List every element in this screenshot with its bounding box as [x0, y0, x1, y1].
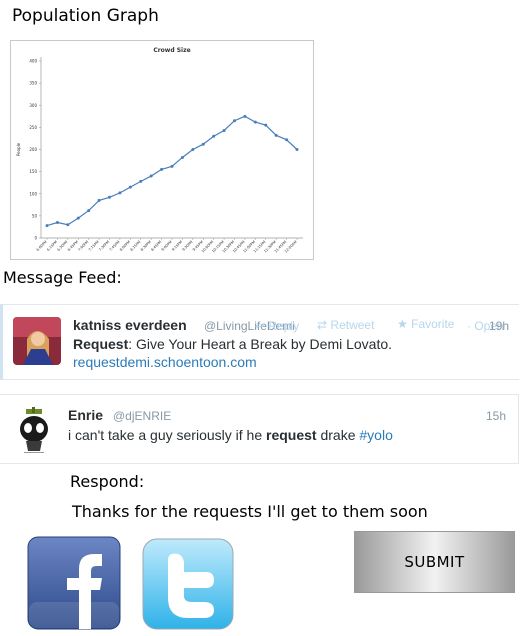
avatar[interactable]	[13, 317, 61, 365]
data-point	[149, 174, 153, 178]
submit-button[interactable]: SUBMIT	[354, 531, 515, 593]
tweet-text-after: drake	[316, 427, 360, 443]
tweet-item[interactable]: katniss everdeen @LivingLifeDemi ↩ Reply…	[0, 304, 519, 380]
chart-title: Crowd Size	[153, 47, 190, 54]
tweet-bold-word: request	[266, 427, 317, 443]
twitter-icon[interactable]	[142, 538, 234, 630]
crowd-size-line	[46, 115, 298, 227]
y-axis-label: People	[16, 142, 21, 156]
data-point	[253, 120, 257, 124]
data-point	[139, 179, 143, 183]
retweet-button[interactable]: ⇄ Retweet	[317, 318, 374, 332]
population-chart: Crowd Size People 0 50 100 150 200 250 300 350 400…	[10, 40, 314, 260]
data-point	[97, 198, 101, 202]
data-point	[191, 148, 195, 151]
tweet-timestamp[interactable]: 19h	[489, 319, 509, 333]
data-point	[170, 164, 174, 168]
data-point	[264, 123, 268, 127]
retweet-label: Retweet	[330, 318, 375, 332]
favorite-button[interactable]: ★ Favorite	[397, 317, 454, 331]
data-point	[180, 155, 184, 159]
tweet-timestamp[interactable]: 15h	[486, 409, 506, 423]
avatar[interactable]	[14, 407, 54, 455]
population-chart-svg: Crowd Size People 0 50 100 150 200 250 300 350 400…	[16, 47, 303, 254]
data-point	[45, 224, 49, 228]
data-point	[274, 133, 278, 137]
tweet-text-rest: : Give Your Heart a Break by Demi Lovato…	[128, 336, 393, 352]
reply-text[interactable]: Thanks for the requests I'll get to them…	[72, 502, 428, 521]
tweet-author-name[interactable]: katniss everdeen	[73, 317, 187, 333]
tweet-text-before: i can't take a guy seriously if he	[68, 427, 266, 443]
y-tick-label: 250	[29, 125, 37, 130]
data-point	[285, 138, 289, 142]
y-tick-label: 200	[29, 147, 37, 152]
hashtag-link[interactable]: #yolo	[359, 427, 392, 443]
y-tick-label: 150	[29, 169, 37, 174]
reply-label: Reply	[268, 319, 300, 333]
y-tick-label: 0	[34, 236, 37, 241]
data-point	[76, 216, 80, 220]
y-tick-label: 400	[29, 59, 37, 64]
tweet-author-handle[interactable]: @djENRIE	[113, 409, 171, 423]
reply-button[interactable]: ↩ Reply	[255, 319, 299, 333]
facebook-icon[interactable]	[27, 536, 121, 630]
data-point	[201, 142, 205, 146]
y-tick-label: 100	[29, 191, 37, 196]
y-tick-label: 300	[29, 103, 37, 108]
message-feed-heading: Message Feed:	[3, 268, 122, 287]
tweet-link[interactable]: requestdemi.schoentoon.com	[73, 354, 257, 370]
data-point	[118, 191, 122, 195]
tweet-item[interactable]: Enrie @djENRIE 15h i can't take a guy se…	[0, 394, 519, 464]
star-icon: ★	[397, 317, 408, 331]
data-point	[55, 221, 59, 225]
reply-icon: ↩	[255, 319, 266, 333]
population-graph-heading: Population Graph	[12, 6, 159, 26]
tweet-bold-word: Request	[73, 336, 129, 352]
data-point	[222, 128, 226, 132]
tweet-author-name[interactable]: Enrie	[68, 407, 103, 423]
data-point	[108, 195, 111, 199]
data-point	[128, 185, 132, 189]
data-point	[66, 223, 70, 227]
data-point	[212, 134, 216, 138]
data-point	[233, 119, 236, 123]
retweet-icon: ⇄	[317, 318, 328, 332]
data-point	[243, 114, 247, 118]
favorite-label: Favorite	[411, 317, 455, 331]
data-point	[87, 209, 91, 213]
respond-label: Respond:	[70, 472, 145, 491]
y-tick-label: 50	[32, 213, 38, 218]
data-point	[160, 167, 164, 171]
data-point	[295, 148, 299, 151]
tweet-text: i can't take a guy seriously if he reque…	[68, 427, 393, 443]
tweet-text: Request: Give Your Heart a Break by Demi…	[73, 336, 392, 352]
y-tick-label: 350	[29, 81, 37, 86]
